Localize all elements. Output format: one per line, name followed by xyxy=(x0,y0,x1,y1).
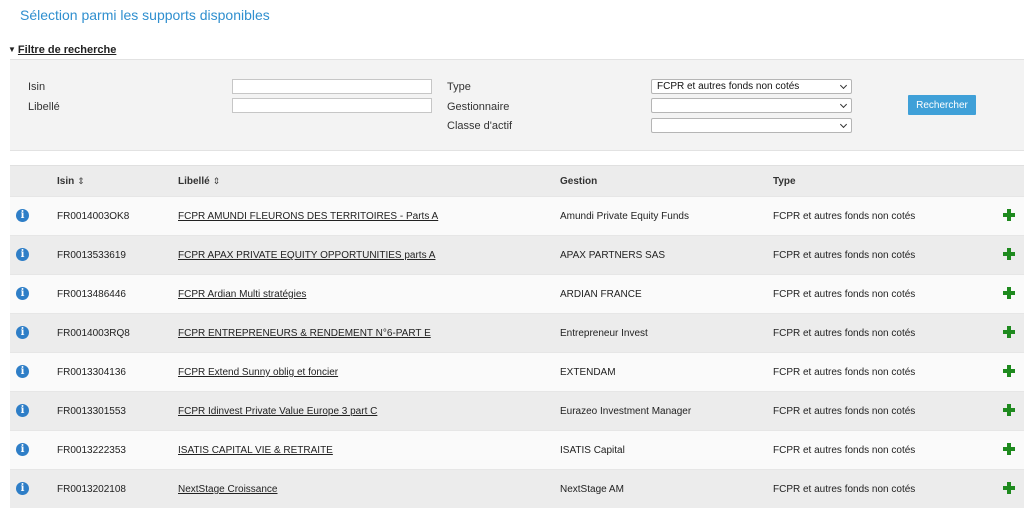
libelle-label: Libellé xyxy=(28,101,60,113)
row-type: FCPR et autres fonds non cotés xyxy=(773,445,916,456)
gestionnaire-select[interactable] xyxy=(651,98,852,113)
column-header-libelle-label: Libellé xyxy=(178,176,210,187)
classe-select[interactable] xyxy=(651,118,852,133)
column-header-type: Type xyxy=(773,176,796,187)
plus-icon[interactable] xyxy=(1003,443,1015,455)
plus-icon[interactable] xyxy=(1003,248,1015,260)
sort-icon: ⇕ xyxy=(77,176,85,186)
info-icon[interactable]: i xyxy=(16,326,29,339)
filter-toggle-label: Filtre de recherche xyxy=(17,44,117,56)
column-header-isin[interactable]: Isin ⇕ xyxy=(57,176,85,187)
row-isin: FR0013533619 xyxy=(57,250,126,261)
row-gestion: ARDIAN FRANCE xyxy=(560,289,642,300)
table-row: i FR0013202108 NextStage Croissance NextSta… xyxy=(10,469,1024,508)
row-gestion: APAX PARTNERS SAS xyxy=(560,250,666,261)
table-row: i FR0014003OK8 FCPR AMUNDI FLEURONS DES TE… xyxy=(10,196,1024,235)
row-libelle-link[interactable]: FCPR ENTREPRENEURS & RENDEMENT N°6-PART … xyxy=(178,328,431,339)
plus-icon[interactable] xyxy=(1003,209,1015,221)
table-header: Isin ⇕ Libellé ⇕ Gestion Type xyxy=(10,165,1024,196)
type-label: Type xyxy=(447,81,471,93)
classe-label: Classe d'actif xyxy=(447,120,513,132)
row-isin: FR0013304136 xyxy=(57,367,126,378)
table-row: i FR0013301553 FCPR Idinvest Private Value… xyxy=(10,391,1024,430)
chevron-down-icon xyxy=(839,120,848,129)
table-row: i FR0013533619 FCPR APAX PRIVATE EQUITY OP… xyxy=(10,235,1024,274)
row-type: FCPR et autres fonds non cotés xyxy=(773,328,916,339)
isin-input[interactable] xyxy=(232,79,432,94)
row-libelle-link[interactable]: FCPR AMUNDI FLEURONS DES TERRITOIRES - P… xyxy=(178,211,438,222)
row-isin: FR0014003OK8 xyxy=(57,211,130,222)
table-row: i FR0013304136 FCPR Extend Sunny oblig et … xyxy=(10,352,1024,391)
row-gestion: Amundi Private Equity Funds xyxy=(560,211,689,222)
row-type: FCPR et autres fonds non cotés xyxy=(773,484,916,495)
plus-icon[interactable] xyxy=(1003,365,1015,377)
row-isin: FR0013486446 xyxy=(57,289,126,300)
search-button[interactable]: Rechercher xyxy=(908,95,976,115)
table-row: i FR0014003RQ8 FCPR ENTREPRENEURS & RENDEM… xyxy=(10,313,1024,352)
info-icon[interactable]: i xyxy=(16,365,29,378)
table-row: i FR0013222353 ISATIS CAPITAL VIE & RETRAI… xyxy=(10,430,1024,469)
type-select[interactable]: FCPR et autres fonds non cotés xyxy=(651,79,852,94)
info-icon[interactable]: i xyxy=(16,404,29,417)
row-gestion: EXTENDAM xyxy=(560,367,616,378)
info-icon[interactable]: i xyxy=(16,482,29,495)
info-icon[interactable]: i xyxy=(16,248,29,261)
page-title: Sélection parmi les supports disponibles xyxy=(20,7,270,23)
row-type: FCPR et autres fonds non cotés xyxy=(773,289,916,300)
gestionnaire-label: Gestionnaire xyxy=(447,101,510,113)
plus-icon[interactable] xyxy=(1003,326,1015,338)
row-gestion: Entrepreneur Invest xyxy=(560,328,648,339)
row-type: FCPR et autres fonds non cotés xyxy=(773,367,916,378)
row-isin: FR0013222353 xyxy=(57,445,126,456)
row-libelle-link[interactable]: FCPR Extend Sunny oblig et foncier xyxy=(178,367,338,378)
row-type: FCPR et autres fonds non cotés xyxy=(773,250,916,261)
row-libelle-link[interactable]: FCPR Idinvest Private Value Europe 3 par… xyxy=(178,406,377,417)
row-libelle-link[interactable]: FCPR APAX PRIVATE EQUITY OPPORTUNITIES p… xyxy=(178,250,435,261)
chevron-down-icon xyxy=(839,81,848,90)
row-type: FCPR et autres fonds non cotés xyxy=(773,211,916,222)
row-type: FCPR et autres fonds non cotés xyxy=(773,406,916,417)
column-header-libelle[interactable]: Libellé ⇕ xyxy=(178,176,220,187)
row-isin: FR0013202108 xyxy=(57,484,126,495)
libelle-input[interactable] xyxy=(232,98,432,113)
row-gestion: NextStage AM xyxy=(560,484,624,495)
chevron-down-icon xyxy=(839,100,848,109)
column-header-isin-label: Isin xyxy=(57,176,75,187)
info-icon[interactable]: i xyxy=(16,209,29,222)
row-isin: FR0014003RQ8 xyxy=(57,328,130,339)
row-libelle-link[interactable]: ISATIS CAPITAL VIE & RETRAITE xyxy=(178,445,333,456)
row-gestion: ISATIS Capital xyxy=(560,445,625,456)
row-isin: FR0013301553 xyxy=(57,406,126,417)
row-libelle-link[interactable]: FCPR Ardian Multi stratégies xyxy=(178,289,306,300)
info-icon[interactable]: i xyxy=(16,443,29,456)
table-row: i FR0013486446 FCPR Ardian Multi stratégie… xyxy=(10,274,1024,313)
type-select-value: FCPR et autres fonds non cotés xyxy=(657,81,800,92)
filter-toggle[interactable]: ▼ Filtre de recherche xyxy=(8,44,116,56)
info-icon[interactable]: i xyxy=(16,287,29,300)
plus-icon[interactable] xyxy=(1003,404,1015,416)
caret-down-icon: ▼ xyxy=(8,45,16,54)
row-libelle-link[interactable]: NextStage Croissance xyxy=(178,484,278,495)
row-gestion: Eurazeo Investment Manager xyxy=(560,406,692,417)
plus-icon[interactable] xyxy=(1003,287,1015,299)
filter-panel: Isin Libellé Type FCPR et autres fonds n… xyxy=(10,59,1024,151)
column-header-gestion: Gestion xyxy=(560,176,598,187)
plus-icon[interactable] xyxy=(1003,482,1015,494)
isin-label: Isin xyxy=(28,81,46,93)
results-table: Isin ⇕ Libellé ⇕ Gestion Type i FR0014003OK… xyxy=(10,165,1024,508)
sort-icon: ⇕ xyxy=(212,176,221,186)
